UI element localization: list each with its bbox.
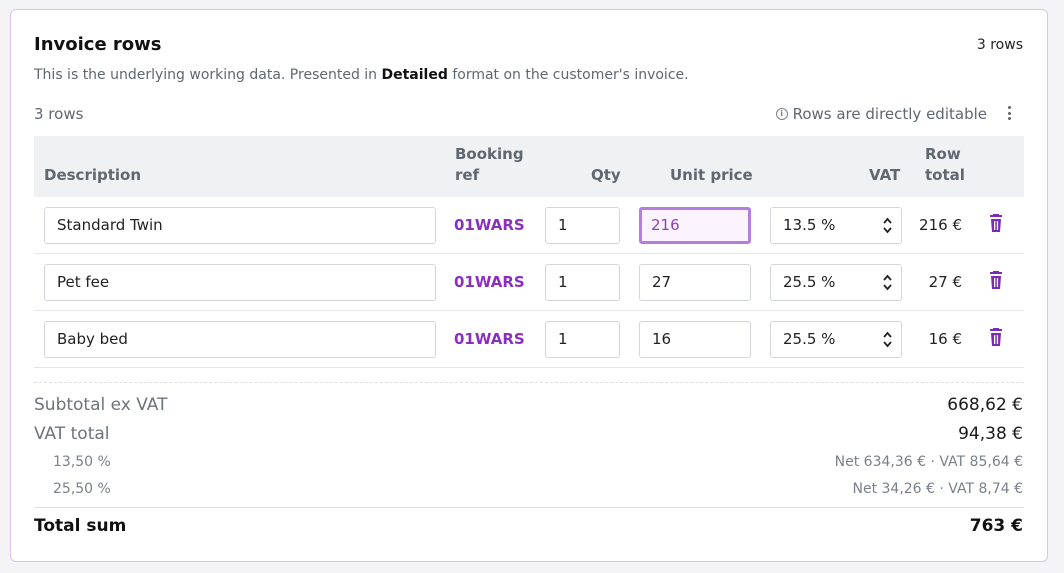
description-input[interactable]: Pet fee [44, 264, 436, 301]
total-divider [34, 507, 1024, 508]
booking-ref-link[interactable]: 01WARS [454, 216, 525, 234]
invoice-rows-card: Invoice rows 3 rows This is the underlyi… [10, 9, 1048, 562]
vat-rate-detail: Net 34,26 € · VAT 8,74 € [852, 481, 1023, 497]
select-arrows-icon [883, 331, 892, 348]
rows-count-label: 3 rows [34, 105, 84, 123]
vat-total-value: 94,38 € [958, 424, 1023, 444]
column-header-booking-ref-line2: ref [455, 166, 480, 184]
invoice-rows-table: Description Booking ref Qty Unit price V… [34, 136, 1024, 368]
select-arrows-icon [883, 217, 892, 234]
more-options-icon[interactable] [1004, 104, 1014, 122]
unit-price-input[interactable]: 216 [639, 207, 751, 244]
vat-rate-detail: Net 634,36 € · VAT 85,64 € [834, 454, 1023, 470]
qty-input[interactable]: 1 [545, 264, 620, 301]
vat-rate-label: 25,50 % [53, 481, 111, 497]
total-sum-value: 763 € [969, 516, 1023, 536]
section-title: Invoice rows [34, 34, 162, 55]
editable-note: i Rows are directly editable [775, 105, 987, 123]
table-row: Pet fee 01WARS 1 27 25.5 % 27 € [34, 254, 1024, 311]
description-text-end: format on the customer's invoice. [447, 67, 689, 83]
column-header-row-total-line1: Row [925, 145, 961, 163]
vat-total-label: VAT total [34, 424, 110, 444]
trash-icon[interactable] [987, 214, 1005, 234]
rows-count-badge: 3 rows [976, 37, 1023, 53]
row-total: 27 € [928, 273, 962, 291]
format-name: Detailed [381, 67, 448, 83]
trash-icon[interactable] [987, 328, 1005, 348]
column-header-row-total: Row total [925, 144, 965, 186]
unit-price-input[interactable]: 16 [639, 321, 751, 358]
table-row: Standard Twin 01WARS 1 216 13.5 % 216 € [34, 197, 1024, 254]
vat-select[interactable]: 13.5 % [770, 207, 902, 244]
vat-select-value: 25.5 % [783, 330, 836, 348]
total-sum-label: Total sum [34, 516, 127, 536]
table-header: Description Booking ref Qty Unit price V… [34, 136, 1024, 197]
row-total: 16 € [928, 330, 962, 348]
unit-price-input[interactable]: 27 [639, 264, 751, 301]
description-text-start: This is the underlying working data. Pre… [34, 67, 382, 83]
vat-select[interactable]: 25.5 % [770, 264, 902, 301]
column-header-unit-price: Unit price [670, 166, 753, 184]
column-header-description: Description [44, 166, 142, 184]
description-input[interactable]: Baby bed [44, 321, 436, 358]
summary-divider [34, 382, 1024, 383]
table-row: Baby bed 01WARS 1 16 25.5 % 16 € [34, 311, 1024, 368]
column-header-booking-ref-line1: Booking [455, 145, 524, 163]
vat-select-value: 25.5 % [783, 273, 836, 291]
booking-ref-link[interactable]: 01WARS [454, 273, 525, 291]
section-description: This is the underlying working data. Pre… [34, 67, 689, 83]
qty-input[interactable]: 1 [545, 321, 620, 358]
column-header-booking-ref: Booking ref [455, 144, 524, 186]
booking-ref-link[interactable]: 01WARS [454, 330, 525, 348]
column-header-vat: VAT [869, 166, 901, 184]
select-arrows-icon [883, 274, 892, 291]
column-header-row-total-line2: total [925, 166, 965, 184]
vat-select-value: 13.5 % [783, 216, 836, 234]
qty-input[interactable]: 1 [545, 207, 620, 244]
editable-note-text: Rows are directly editable [792, 105, 987, 123]
subtotal-label: Subtotal ex VAT [34, 395, 168, 415]
vat-select[interactable]: 25.5 % [770, 321, 902, 358]
subtotal-value: 668,62 € [947, 395, 1023, 415]
trash-icon[interactable] [987, 271, 1005, 291]
info-icon: i [775, 108, 788, 120]
vat-rate-label: 13,50 % [53, 454, 111, 470]
column-header-qty: Qty [591, 166, 621, 184]
row-total: 216 € [919, 216, 962, 234]
description-input[interactable]: Standard Twin [44, 207, 436, 244]
